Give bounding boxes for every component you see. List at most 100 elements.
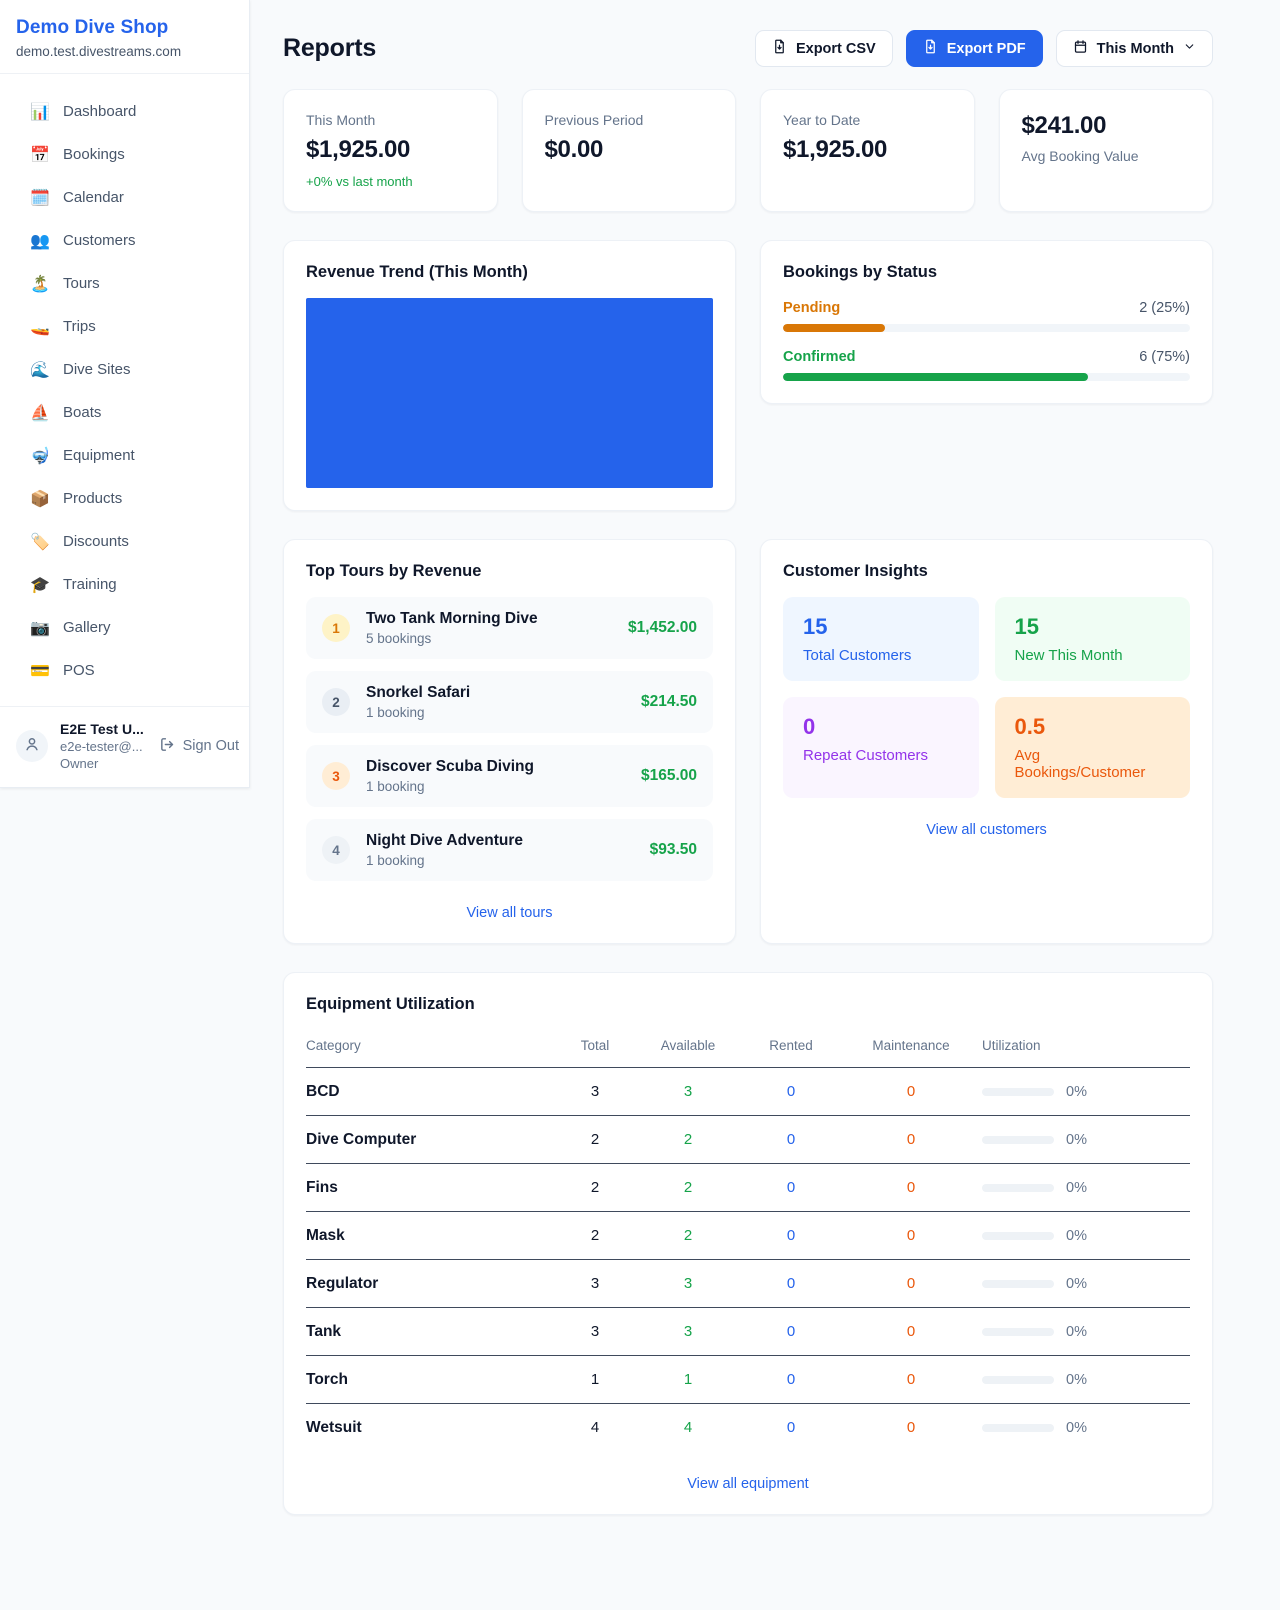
table-row: Mask 2 2 0 0 0% xyxy=(306,1212,1190,1260)
period-selector[interactable]: This Month xyxy=(1056,30,1213,67)
sidebar-item-label: Dashboard xyxy=(63,103,136,120)
user-panel: E2E Test U... e2e-tester@... Owner Sign … xyxy=(0,706,249,787)
sidebar-item-gallery[interactable]: 📷 Gallery xyxy=(0,606,249,649)
sidebar-item-calendar[interactable]: 🗓️ Calendar xyxy=(0,176,249,219)
sidebar: Demo Dive Shop demo.test.divestreams.com… xyxy=(0,0,250,788)
avatar xyxy=(16,730,48,762)
sidebar-item-discounts[interactable]: 🏷️ Discounts xyxy=(0,520,249,563)
calendar-date-icon: 📅 xyxy=(30,145,50,165)
sidebar-item-label: Bookings xyxy=(63,146,125,163)
sidebar-item-label: Gallery xyxy=(63,619,111,636)
export-csv-button[interactable]: Export CSV xyxy=(755,30,893,67)
view-all-equipment-link[interactable]: View all equipment xyxy=(306,1476,1190,1492)
sidebar-nav: 📊 Dashboard 📅 Bookings 🗓️ Calendar 👥Custome… xyxy=(0,74,249,706)
insight-tile-new-this-month: 15 New This Month xyxy=(995,597,1191,681)
sidebar-item-label: Dive Sites xyxy=(63,361,131,378)
progress-track xyxy=(783,373,1190,381)
column-header-maintenance: Maintenance xyxy=(840,1028,982,1068)
page-title: Reports xyxy=(283,34,376,63)
wave-icon: 🌊 xyxy=(30,360,50,380)
revenue-trend-card: Revenue Trend (This Month) xyxy=(283,240,736,511)
insight-tile-repeat-customers: 0 Repeat Customers xyxy=(783,697,979,798)
status-row-pending: Pending 2 (25%) xyxy=(783,300,1190,332)
rank-badge: 2 xyxy=(322,688,350,716)
view-all-tours-link[interactable]: View all tours xyxy=(306,905,713,921)
utilization-bar xyxy=(982,1232,1054,1240)
sidebar-item-products[interactable]: 📦 Products xyxy=(0,477,249,520)
status-row-confirmed: Confirmed 6 (75%) xyxy=(783,349,1190,381)
sidebar-item-label: Calendar xyxy=(63,189,124,206)
top-tours-title: Top Tours by Revenue xyxy=(306,562,713,581)
customer-insights-title: Customer Insights xyxy=(783,562,1190,581)
equipment-utilization-card: Equipment Utilization Category Total Ava… xyxy=(283,972,1213,1515)
package-icon: 📦 xyxy=(30,489,50,509)
speedboat-icon: 🚤 xyxy=(30,317,50,337)
sidebar-item-dashboard[interactable]: 📊 Dashboard xyxy=(0,90,249,133)
export-pdf-button[interactable]: Export PDF xyxy=(906,30,1043,67)
utilization-bar xyxy=(982,1424,1054,1432)
table-row: Fins 2 2 0 0 0% xyxy=(306,1164,1190,1212)
equipment-table: Category Total Available Rented Maintena… xyxy=(306,1028,1190,1452)
tag-icon: 🏷️ xyxy=(30,532,50,552)
credit-card-icon: 💳 xyxy=(30,661,50,681)
utilization-bar xyxy=(982,1184,1054,1192)
calendar-pad-icon: 🗓️ xyxy=(30,188,50,208)
equipment-utilization-title: Equipment Utilization xyxy=(306,995,1190,1014)
user-email: e2e-tester@... xyxy=(60,739,147,754)
view-all-customers-link[interactable]: View all customers xyxy=(783,822,1190,838)
utilization-bar xyxy=(982,1280,1054,1288)
table-row: BCD 3 3 0 0 0% xyxy=(306,1068,1190,1116)
table-row: Wetsuit 4 4 0 0 0% xyxy=(306,1404,1190,1452)
sidebar-header: Demo Dive Shop demo.test.divestreams.com xyxy=(0,0,249,74)
sidebar-item-tours[interactable]: 🏝️Tours xyxy=(0,262,249,305)
camera-icon: 📷 xyxy=(30,618,50,638)
tour-row: 3 Discover Scuba Diving1 booking $165.00 xyxy=(306,745,713,807)
bookings-by-status-title: Bookings by Status xyxy=(783,263,1190,282)
sidebar-item-pos[interactable]: 💳POS xyxy=(0,649,249,692)
progress-fill xyxy=(783,373,1088,381)
tour-row: 4 Night Dive Adventure1 booking $93.50 xyxy=(306,819,713,881)
insight-tile-total-customers: 15 Total Customers xyxy=(783,597,979,681)
sidebar-item-bookings[interactable]: 📅 Bookings xyxy=(0,133,249,176)
sidebar-item-label: Discounts xyxy=(63,533,129,550)
sailboat-icon: ⛵ xyxy=(30,403,50,423)
sidebar-item-trips[interactable]: 🚤Trips xyxy=(0,305,249,348)
tour-row: 1 Two Tank Morning Dive5 bookings $1,452… xyxy=(306,597,713,659)
sign-out-icon xyxy=(159,736,176,757)
column-header-category: Category xyxy=(306,1028,556,1068)
bookings-by-status-card: Bookings by Status Pending 2 (25%) Confi… xyxy=(760,240,1213,404)
column-header-available: Available xyxy=(634,1028,742,1068)
user-role: Owner xyxy=(60,756,147,771)
utilization-bar xyxy=(982,1088,1054,1096)
sidebar-item-equipment[interactable]: 🤿Equipment xyxy=(0,434,249,477)
bar-chart-icon: 📊 xyxy=(30,102,50,122)
sidebar-item-customers[interactable]: 👥Customers xyxy=(0,219,249,262)
table-row: Torch 1 1 0 0 0% xyxy=(306,1356,1190,1404)
calendar-icon xyxy=(1073,39,1088,58)
customer-insights-card: Customer Insights 15 Total Customers 15 … xyxy=(760,539,1213,944)
progress-track xyxy=(783,324,1190,332)
chevron-down-icon xyxy=(1183,40,1196,57)
sidebar-item-training[interactable]: 🎓Training xyxy=(0,563,249,606)
sidebar-item-dive-sites[interactable]: 🌊 Dive Sites xyxy=(0,348,249,391)
sign-out-button[interactable]: Sign Out xyxy=(159,736,239,757)
sidebar-item-label: Products xyxy=(63,490,122,507)
utilization-bar xyxy=(982,1136,1054,1144)
user-name: E2E Test U... xyxy=(60,721,147,737)
revenue-trend-chart xyxy=(306,298,713,488)
dive-mask-icon: 🤿 xyxy=(30,446,50,466)
revenue-trend-title: Revenue Trend (This Month) xyxy=(306,263,713,282)
sidebar-item-label: Customers xyxy=(63,232,136,249)
rank-badge: 3 xyxy=(322,762,350,790)
insight-tile-avg-bookings: 0.5 Avg Bookings/Customer xyxy=(995,697,1191,798)
table-row: Regulator 3 3 0 0 0% xyxy=(306,1260,1190,1308)
sidebar-item-boats[interactable]: ⛵ Boats xyxy=(0,391,249,434)
sidebar-item-label: Boats xyxy=(63,404,101,421)
stat-card-this-month: This Month $1,925.00 +0% vs last month xyxy=(283,89,498,212)
file-download-icon xyxy=(923,39,938,58)
table-row: Dive Computer 2 2 0 0 0% xyxy=(306,1116,1190,1164)
rank-badge: 1 xyxy=(322,614,350,642)
shop-name[interactable]: Demo Dive Shop xyxy=(16,17,233,39)
top-tours-card: Top Tours by Revenue 1 Two Tank Morning … xyxy=(283,539,736,944)
stat-delta: +0% vs last month xyxy=(306,174,475,189)
